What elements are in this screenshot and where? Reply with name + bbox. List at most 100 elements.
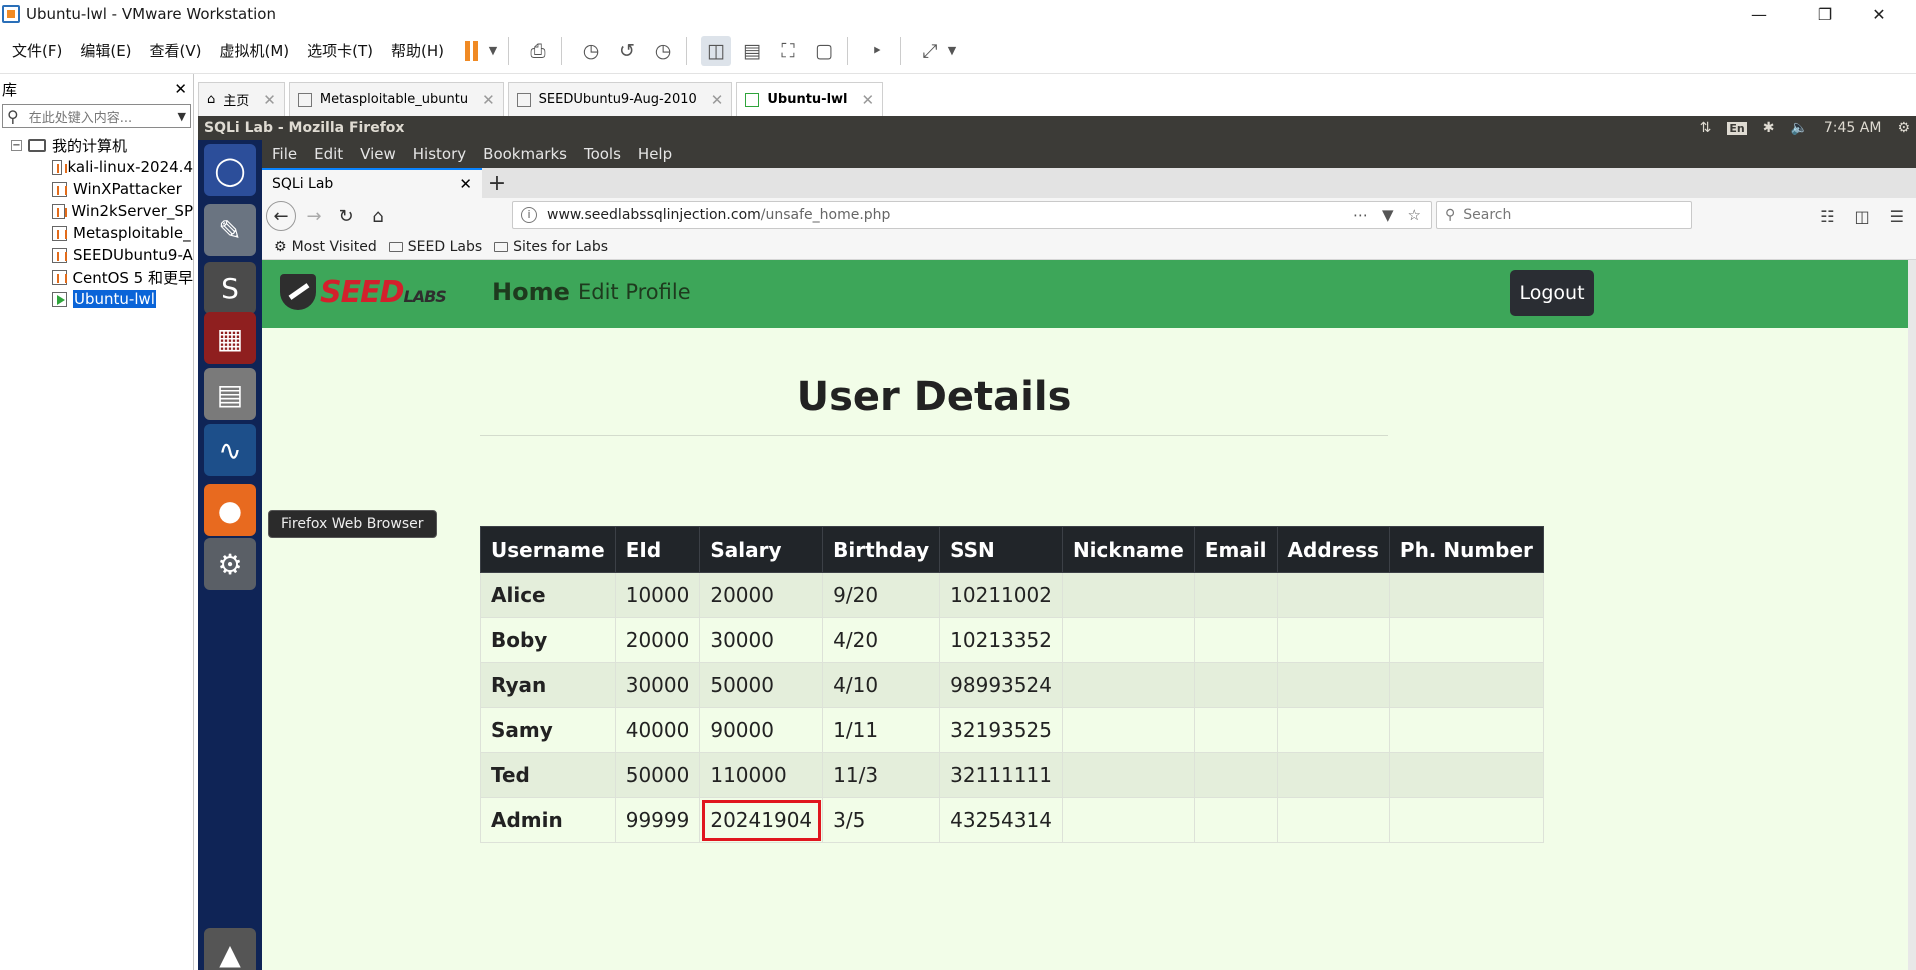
tab-home[interactable]: ⌂ 主页 ✕	[198, 82, 285, 116]
collapse-icon[interactable]: −	[11, 139, 22, 151]
sidebar-icon[interactable]: ◫	[1855, 207, 1870, 226]
library-close-icon[interactable]: ✕	[174, 80, 187, 98]
library-header: 库 ✕	[0, 74, 193, 104]
cell-phone	[1388, 797, 1544, 843]
tree-item[interactable]: WinXPattacker	[0, 178, 193, 200]
stretch-icon[interactable]: ⤢	[915, 36, 945, 66]
console-view-icon[interactable]: ‣	[862, 36, 892, 66]
unity-icon[interactable]: ▢	[809, 36, 839, 66]
hamburger-menu-icon[interactable]: ☰	[1890, 207, 1904, 226]
volume-icon[interactable]: 🔈	[1790, 120, 1807, 136]
library-icon[interactable]: ☷	[1820, 207, 1834, 226]
snapshot-manager-icon[interactable]: ◷	[648, 36, 678, 66]
library-search-input[interactable]: ⚲ 在此处键入内容... ▼	[2, 104, 191, 128]
dash-icon[interactable]: ◯	[204, 144, 256, 196]
close-tab-icon[interactable]: ✕	[711, 91, 724, 109]
close-tab-icon[interactable]: ✕	[459, 175, 472, 193]
thumbnail-bar-icon[interactable]: ▤	[737, 36, 767, 66]
send-ctrl-alt-del-icon[interactable]: ⎙	[523, 36, 553, 66]
logout-button[interactable]: Logout	[1510, 270, 1594, 316]
minimize-icon[interactable]: —	[1736, 0, 1782, 28]
stretch-dropdown-icon[interactable]: ▼	[945, 36, 959, 66]
gear-icon[interactable]: ⚙	[1897, 120, 1910, 136]
restore-icon[interactable]: ❐	[1802, 0, 1848, 28]
library-search-placeholder: 在此处键入内容...	[28, 110, 133, 126]
close-tab-icon[interactable]: ✕	[862, 91, 875, 109]
tree-item[interactable]: CentOS 5 和更早	[0, 266, 193, 288]
back-icon[interactable]: ←	[266, 201, 296, 231]
pause-icon[interactable]	[456, 36, 486, 66]
bookmark-seed-labs[interactable]: SEED Labs	[388, 239, 482, 255]
ff-menu-history[interactable]: History	[413, 145, 466, 163]
cell-salary: 90000	[699, 707, 824, 753]
seed-labs-logo[interactable]: SEEDLABS	[280, 274, 447, 310]
menu-view[interactable]: 查看(V)	[150, 40, 202, 61]
tab-seedubuntu[interactable]: SEEDUbuntu9-Aug-2010 ✕	[507, 82, 733, 116]
tab-label: SEEDUbuntu9-Aug-2010	[538, 92, 697, 107]
nav-edit-profile-link[interactable]: Edit Profile	[578, 280, 691, 304]
bluetooth-icon[interactable]: ✱	[1763, 120, 1775, 136]
page-scrollbar[interactable]	[1908, 260, 1916, 970]
files-icon[interactable]: ▤	[204, 368, 256, 420]
ff-menu-bookmarks[interactable]: Bookmarks	[483, 145, 567, 163]
firefox-icon[interactable]: ●	[204, 484, 256, 536]
tree-item-selected[interactable]: Ubuntu-lwl	[0, 288, 193, 310]
chevron-down-icon[interactable]: ▼	[178, 110, 186, 123]
clock[interactable]: 7:45 AM	[1824, 120, 1882, 136]
close-tab-icon[interactable]: ✕	[482, 91, 495, 109]
pause-dropdown-icon[interactable]: ▼	[486, 36, 500, 66]
ff-menu-view[interactable]: View	[360, 145, 396, 163]
info-icon[interactable]: i	[521, 207, 537, 223]
snapshot-icon[interactable]: ◷	[576, 36, 606, 66]
wireshark-icon[interactable]: ∿	[204, 424, 256, 476]
forward-icon[interactable]: →	[300, 202, 328, 230]
cell-salary: 110000	[699, 752, 824, 798]
settings-icon[interactable]: ⚙	[204, 538, 256, 590]
tab-ubuntu-lwl[interactable]: Ubuntu-lwl ✕	[736, 82, 884, 116]
text-editor-icon[interactable]: ✎	[204, 204, 256, 256]
pocket-icon[interactable]: ▼	[1382, 206, 1394, 224]
cell-nickname	[1061, 662, 1195, 708]
url-bar[interactable]: i www.seedlabssqlinjection.com /unsafe_h…	[512, 201, 1432, 229]
close-icon[interactable]: ✕	[1856, 0, 1902, 28]
tree-root[interactable]: − 我的计算机	[0, 134, 193, 156]
ff-menu-help[interactable]: Help	[638, 145, 672, 163]
ff-menu-tools[interactable]: Tools	[584, 145, 621, 163]
tree-item[interactable]: Win2kServer_SP	[0, 200, 193, 222]
search-input[interactable]: ⚲ Search	[1436, 201, 1692, 229]
window-title: Ubuntu-lwl - VMware Workstation	[26, 5, 276, 23]
ff-menu-file[interactable]: File	[272, 145, 297, 163]
network-icon[interactable]: ⇅	[1700, 120, 1712, 136]
new-tab-icon[interactable]: +	[482, 168, 512, 198]
col-eid: EId	[614, 526, 701, 573]
toolbar-separator	[686, 36, 688, 65]
home-icon[interactable]: ⌂	[364, 202, 392, 230]
tree-item[interactable]: SEEDUbuntu9-A	[0, 244, 193, 266]
nav-home-link[interactable]: Home	[492, 278, 570, 306]
tree-item[interactable]: kali-linux-2024.4	[0, 156, 193, 178]
bookmark-sites-for-labs[interactable]: Sites for Labs	[494, 239, 608, 255]
menu-edit[interactable]: 编辑(E)	[80, 40, 131, 61]
full-screen-icon[interactable]: ⛶	[773, 36, 803, 66]
cell-nickname	[1061, 572, 1195, 618]
tab-sqli-lab[interactable]: SQLi Lab ✕	[262, 168, 482, 198]
menu-tabs[interactable]: 选项卡(T)	[307, 40, 373, 61]
terminal-icon[interactable]: ▦	[204, 312, 256, 364]
tab-label: 主页	[223, 94, 250, 109]
sublime-icon[interactable]: S	[204, 262, 256, 314]
keyboard-layout[interactable]: En	[1727, 121, 1747, 135]
menu-vm[interactable]: 虚拟机(M)	[220, 40, 290, 61]
menu-file[interactable]: 文件(F)	[12, 40, 62, 61]
page-actions-icon[interactable]: ⋯	[1353, 206, 1368, 224]
menu-help[interactable]: 帮助(H)	[391, 40, 444, 61]
reload-icon[interactable]: ↻	[332, 202, 360, 230]
show-library-icon[interactable]: ◫	[701, 35, 732, 66]
close-tab-icon[interactable]: ✕	[263, 91, 276, 109]
tree-item[interactable]: Metasploitable_	[0, 222, 193, 244]
trash-icon[interactable]: ▲	[204, 928, 256, 970]
tab-metasploitable[interactable]: Metasploitable_ubuntu ✕	[288, 82, 504, 116]
bookmark-most-visited[interactable]: ⚙ Most Visited	[274, 239, 377, 255]
bookmark-star-icon[interactable]: ☆	[1408, 206, 1421, 224]
ff-menu-edit[interactable]: Edit	[314, 145, 343, 163]
revert-snapshot-icon[interactable]: ↺	[612, 36, 642, 66]
